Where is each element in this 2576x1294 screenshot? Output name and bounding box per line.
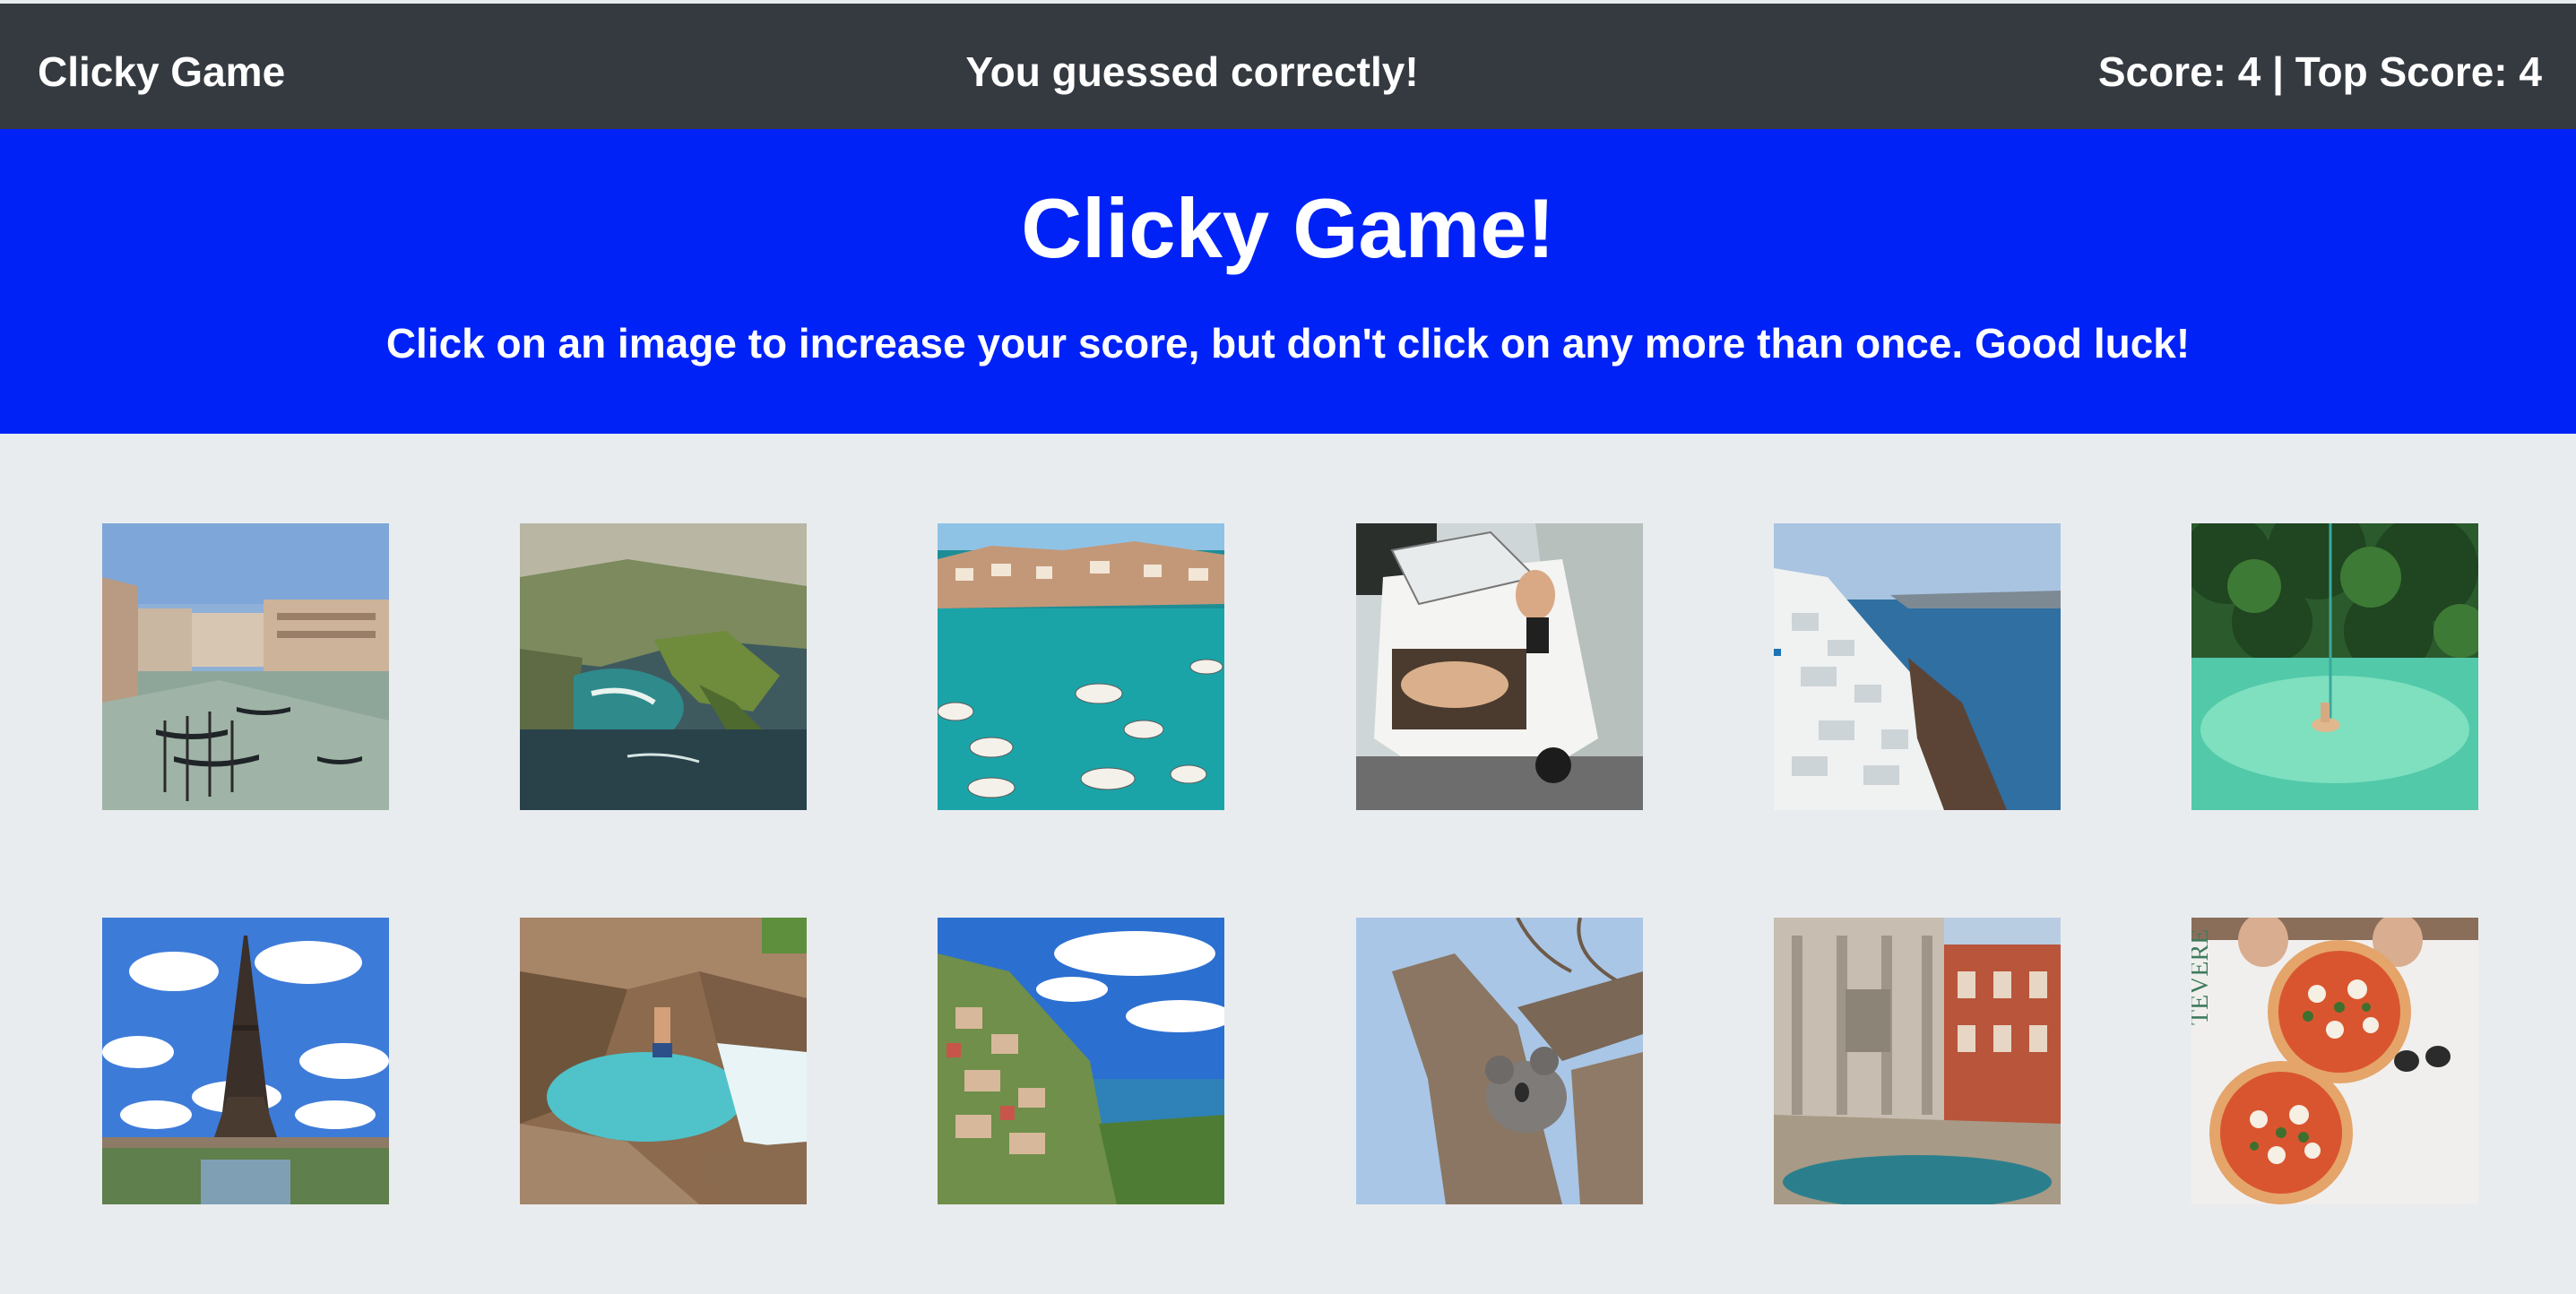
- image-card[interactable]: [102, 523, 389, 810]
- image-card[interactable]: [938, 918, 1224, 1204]
- status-message: You guessed correctly!: [965, 48, 1419, 95]
- eiffel-tower-image: [102, 918, 389, 1204]
- navbar: Clicky Game You guessed correctly! Score…: [0, 4, 2576, 129]
- pizza-table-image: TEVERE: [2191, 918, 2478, 1204]
- image-card[interactable]: [102, 918, 389, 1204]
- amalfi-coast-image: [938, 918, 1224, 1204]
- top-score-label: Top Score:: [2295, 48, 2508, 95]
- top-score-value: 4: [2519, 48, 2542, 95]
- image-card[interactable]: [1774, 523, 2061, 810]
- score-value: 4: [2237, 48, 2261, 95]
- instructions: Click on an image to increase your score…: [385, 320, 2191, 367]
- page-title: Clicky Game!: [1021, 181, 1555, 275]
- image-card[interactable]: [1774, 918, 2061, 1204]
- santorini-cliffside-image: [1774, 523, 2061, 810]
- image-card[interactable]: TEVERE: [2191, 918, 2478, 1204]
- koala-in-tree-image: [1356, 918, 1643, 1204]
- score-separator: |: [2272, 48, 2285, 95]
- jumbotron: Clicky Game! Click on an image to increa…: [0, 129, 2576, 434]
- image-card[interactable]: [1356, 523, 1643, 810]
- waterfall-jump-image: [520, 918, 807, 1204]
- score-label: Score:: [2097, 48, 2226, 95]
- harbor-boats-image: [938, 523, 1224, 810]
- score-display: Score: 4 | Top Score: 4: [2098, 4, 2542, 129]
- trevi-fountain-image: [1774, 918, 2061, 1204]
- coastal-cliffs-aerial-image: [520, 523, 807, 810]
- image-card[interactable]: [2191, 523, 2478, 810]
- image-card[interactable]: [938, 523, 1224, 810]
- image-card[interactable]: [520, 918, 807, 1204]
- jungle-lagoon-swing-image: [2191, 523, 2478, 810]
- venice-grand-canal-image: [102, 523, 389, 810]
- image-card[interactable]: [1356, 918, 1643, 1204]
- image-card[interactable]: [520, 523, 807, 810]
- vintage-van-friends-image: [1356, 523, 1643, 810]
- svg-text:TEVERE: TEVERE: [2191, 929, 2214, 1025]
